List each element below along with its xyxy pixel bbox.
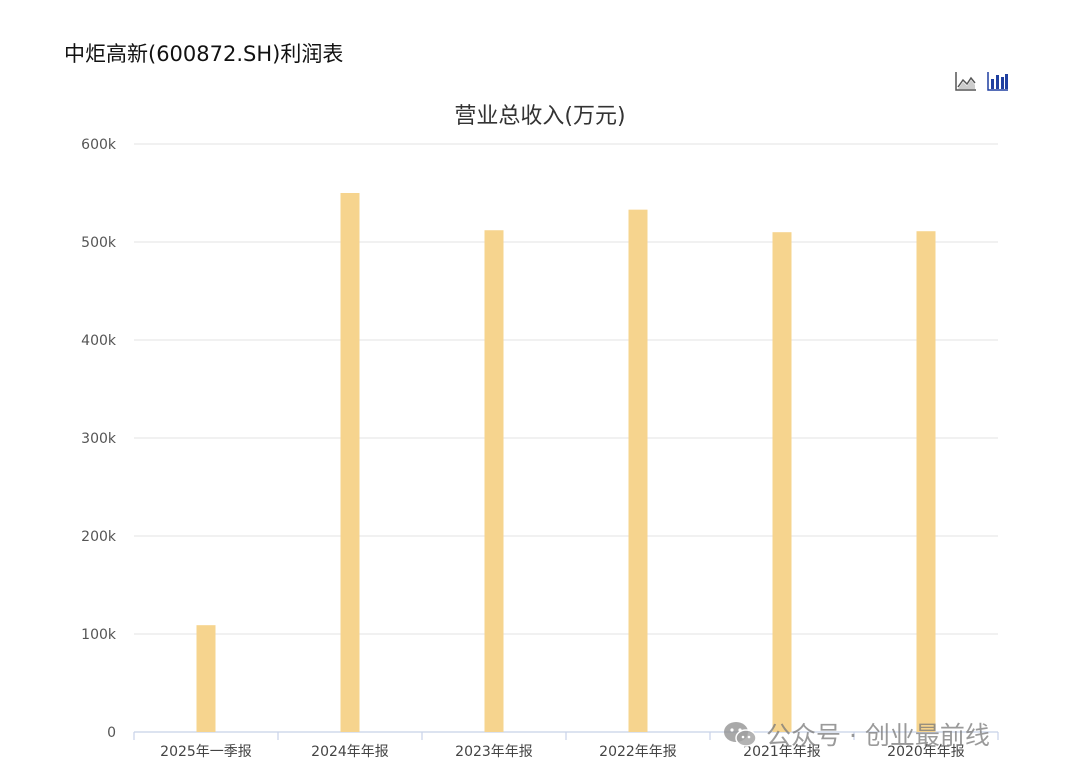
page-root: 中炬高新(600872.SH)利润表 营业总收入(万元) 0 100k 200k 30… [0,0,1080,777]
x-tick-label: 2022年年报 [599,744,677,760]
watermark: 公众号 · 创业最前线 [722,716,990,752]
x-tick-label: 2025年一季报 [160,744,252,760]
wechat-icon [724,722,757,747]
bar [628,209,648,732]
watermark-text: 公众号 · 创业最前线 [766,721,990,750]
y-tick-label: 500k [81,235,117,251]
bar [772,232,792,732]
bar [484,230,504,733]
bar [340,193,360,732]
y-tick-label: 400k [81,333,117,349]
x-tick-label: 2023年年报 [455,744,533,760]
bar-chart: 0 100k 200k 300k 400k 500k 600k 2025年一季报 2024年年报… [81,137,999,760]
y-tick-label: 100k [81,627,117,643]
bar [196,625,216,732]
x-tick-label: 2024年年报 [311,744,389,760]
y-tick-label: 0 [107,725,116,741]
bar [916,231,936,732]
y-tick-label: 300k [81,431,117,447]
y-tick-label: 200k [81,529,117,545]
y-tick-label: 600k [81,137,117,153]
